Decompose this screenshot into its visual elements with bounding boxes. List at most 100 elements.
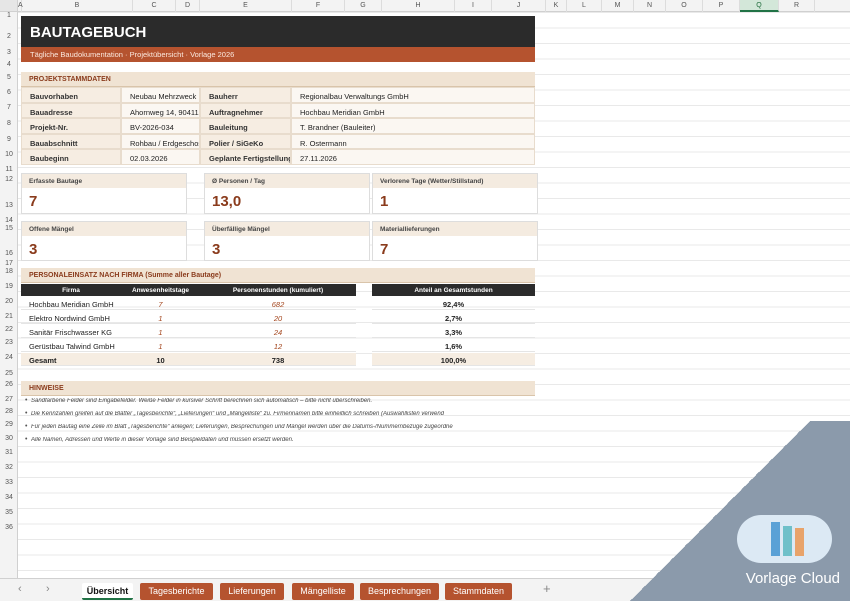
column-header-m[interactable]: M xyxy=(602,0,634,12)
row-header-7[interactable]: 7 xyxy=(0,104,18,114)
stamm-value[interactable]: Neubau Mehrzweck xyxy=(121,87,200,103)
table-cell-tage[interactable]: 7 xyxy=(121,297,200,310)
row-header-10[interactable]: 10 xyxy=(0,151,18,161)
stamm-label: Bauabschnitt xyxy=(21,133,121,149)
row-header-35[interactable]: 35 xyxy=(0,509,18,519)
sheet-tab-2[interactable]: Tagesberichte xyxy=(140,583,213,600)
sheet-tab-5[interactable]: Besprechungen xyxy=(360,583,439,600)
table-cell-firma[interactable]: Sanitär Frischwasser KG xyxy=(21,325,121,338)
table-cell-stunden[interactable]: 12 xyxy=(200,339,356,352)
table-cell-firma[interactable]: Gerüstbau Talwind GmbH xyxy=(21,339,121,352)
book-icon xyxy=(795,528,804,556)
column-header-r[interactable]: R xyxy=(779,0,815,12)
row-header-18[interactable]: 18 xyxy=(0,268,18,278)
sheet-tab-3[interactable]: Lieferungen xyxy=(220,583,284,600)
row-header-2[interactable]: 2 xyxy=(0,33,18,43)
sheet-tab-4[interactable]: Mängelliste xyxy=(292,583,354,600)
table-cell-stunden[interactable]: 682 xyxy=(200,297,356,310)
table-cell-stunden[interactable]: 24 xyxy=(200,325,356,338)
stamm-value[interactable]: 27.11.2026 xyxy=(291,149,535,165)
row-header-34[interactable]: 34 xyxy=(0,494,18,504)
stamm-value[interactable]: T. Brandner (Bauleiter) xyxy=(291,118,535,134)
table-cell-firma[interactable]: Elektro Nordwind GmbH xyxy=(21,311,121,324)
row-header-21[interactable]: 21 xyxy=(0,313,18,323)
column-header-i[interactable]: I xyxy=(455,0,492,12)
prev-sheet-icon[interactable]: ‹ xyxy=(18,583,22,595)
row-header-29[interactable]: 29 xyxy=(0,421,18,431)
row-header-33[interactable]: 33 xyxy=(0,479,18,489)
row-header-19[interactable]: 19 xyxy=(0,283,18,293)
row-header-20[interactable]: 20 xyxy=(0,298,18,308)
stamm-value[interactable]: Ahornweg 14, 90411 xyxy=(121,102,200,118)
column-header-g[interactable]: G xyxy=(345,0,382,12)
row-header-9[interactable]: 9 xyxy=(0,136,18,146)
stamm-label: Bauadresse xyxy=(21,102,121,118)
column-header-o[interactable]: O xyxy=(666,0,703,12)
table-cell-tage[interactable]: 1 xyxy=(121,311,200,324)
kpi-card: Ø Personen / Tag 13,0 xyxy=(204,173,370,214)
stamm-value[interactable]: Regionalbau Verwaltungs GmbH xyxy=(291,87,535,103)
column-header-c[interactable]: C xyxy=(133,0,176,12)
sheet-tab-1[interactable]: Übersicht xyxy=(82,583,133,600)
row-header-30[interactable]: 30 xyxy=(0,435,18,445)
row-header-31[interactable]: 31 xyxy=(0,449,18,459)
row-header-25[interactable]: 25 xyxy=(0,370,18,380)
stamm-label: Bauherr xyxy=(200,87,291,103)
row-header-11[interactable]: 11 xyxy=(0,166,18,176)
stamm-label: Bauleitung xyxy=(200,118,291,134)
hinweis-item: Alle Namen, Adressen und Werte in dieser… xyxy=(31,437,294,443)
stamm-value[interactable]: BV-2026-034 xyxy=(121,118,200,134)
column-header-f[interactable]: F xyxy=(292,0,345,12)
row-header-28[interactable]: 28 xyxy=(0,408,18,418)
row-header-24[interactable]: 24 xyxy=(0,354,18,364)
row-header-22[interactable]: 22 xyxy=(0,326,18,336)
stamm-value[interactable]: R. Ostermann xyxy=(291,133,535,149)
stamm-value[interactable]: 02.03.2026 xyxy=(121,149,200,165)
column-header-d[interactable]: D xyxy=(176,0,200,12)
row-header-1[interactable]: 1 xyxy=(0,12,18,22)
column-header-l[interactable]: L xyxy=(567,0,602,12)
table-cell-firma[interactable]: Hochbau Meridian GmbH xyxy=(21,297,121,310)
row-header-8[interactable]: 8 xyxy=(0,120,18,130)
kpi-card: Überfällige Mängel 3 xyxy=(204,221,370,261)
table-cell-anteil[interactable]: 92,4% xyxy=(372,297,535,310)
table-cell-tage[interactable]: 1 xyxy=(121,325,200,338)
select-all-corner[interactable] xyxy=(0,0,18,12)
table-cell-stunden[interactable]: 20 xyxy=(200,311,356,324)
column-header-q[interactable]: Q xyxy=(740,0,779,12)
row-header-32[interactable]: 32 xyxy=(0,464,18,474)
row-header-36[interactable]: 36 xyxy=(0,524,18,534)
kpi-value: 7 xyxy=(29,193,38,210)
row-header-13[interactable]: 13 xyxy=(0,202,18,212)
stamm-value[interactable]: Rohbau / Erdgeschos xyxy=(121,133,200,149)
sheet-tab-6[interactable]: Stammdaten xyxy=(445,583,512,600)
row-header-23[interactable]: 23 xyxy=(0,339,18,349)
row-header-16[interactable]: 16 xyxy=(0,250,18,260)
section-heading-hinweise: HINWEISE xyxy=(21,381,535,396)
column-header-b[interactable]: B xyxy=(22,0,133,12)
row-header-4[interactable]: 4 xyxy=(0,61,18,71)
column-header-n[interactable]: N xyxy=(634,0,666,12)
column-header-h[interactable]: H xyxy=(382,0,455,12)
add-sheet-icon[interactable]: + xyxy=(543,581,551,596)
column-header-p[interactable]: P xyxy=(703,0,740,12)
row-header-5[interactable]: 5 xyxy=(0,74,18,84)
table-cell-tage[interactable]: 1 xyxy=(121,339,200,352)
kpi-label: Offene Mängel xyxy=(22,222,186,236)
row-header-27[interactable]: 27 xyxy=(0,396,18,406)
bullet-icon: • xyxy=(25,436,28,443)
column-header-e[interactable]: E xyxy=(200,0,292,12)
next-sheet-icon[interactable]: › xyxy=(46,583,50,595)
column-header-bar: ABCDEFGHIJKLMNOPQR xyxy=(0,0,850,12)
row-header-12[interactable]: 12 xyxy=(0,176,18,186)
table-cell-anteil[interactable]: 1,6% xyxy=(372,339,535,352)
stamm-value[interactable]: Hochbau Meridian GmbH xyxy=(291,102,535,118)
row-header-15[interactable]: 15 xyxy=(0,225,18,235)
table-cell-anteil[interactable]: 2,7% xyxy=(372,311,535,324)
column-header-k[interactable]: K xyxy=(546,0,567,12)
row-header-6[interactable]: 6 xyxy=(0,89,18,99)
table-cell-anteil[interactable]: 3,3% xyxy=(372,325,535,338)
row-header-26[interactable]: 26 xyxy=(0,381,18,391)
column-header-j[interactable]: J xyxy=(492,0,546,12)
row-header-3[interactable]: 3 xyxy=(0,49,18,59)
